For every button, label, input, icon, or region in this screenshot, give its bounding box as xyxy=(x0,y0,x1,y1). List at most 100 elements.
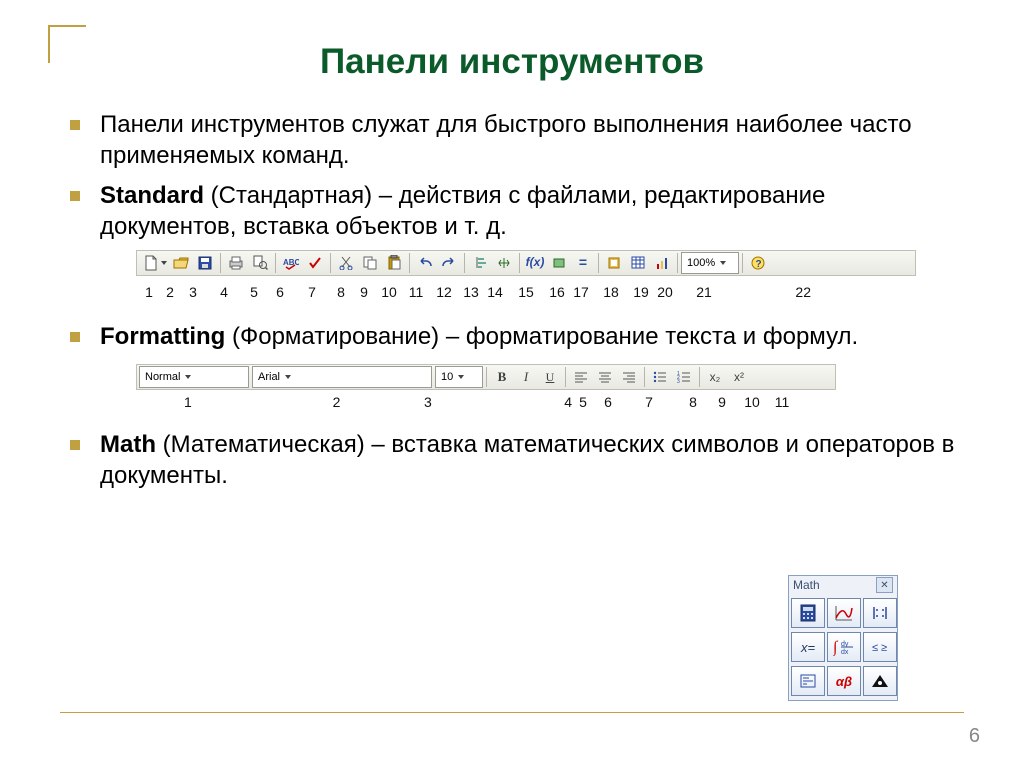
undo-icon[interactable] xyxy=(414,252,436,274)
svg-text:≥: ≥ xyxy=(881,642,887,654)
separator xyxy=(409,253,410,273)
standard-numbers: 12345678910111213141516171819202122 xyxy=(139,284,964,302)
label-standard: Standard xyxy=(100,182,204,209)
bullet-list: Панели инструментов служат для быстрого … xyxy=(60,110,964,492)
style-dropdown[interactable]: Normal xyxy=(139,366,249,388)
insert-table-icon[interactable] xyxy=(627,252,649,274)
copy-icon[interactable] xyxy=(359,252,381,274)
bullet-math: Math (Математическая) – вставка математи… xyxy=(70,430,964,491)
separator xyxy=(644,367,645,387)
text-formatting: (Форматирование) – форматирование текста… xyxy=(225,323,858,350)
bold-button[interactable]: B xyxy=(491,366,513,388)
corner-decoration xyxy=(48,25,86,63)
math-palette-titlebar: Math ✕ xyxy=(789,576,897,594)
component-icon[interactable] xyxy=(603,252,625,274)
superscript-button[interactable]: x² xyxy=(728,366,750,388)
svg-text:3: 3 xyxy=(677,379,680,383)
standard-toolbar: ABC xyxy=(136,250,916,276)
formatting-toolbar: Normal Arial 10 B I U xyxy=(136,364,836,390)
matrix-icon[interactable] xyxy=(863,598,897,628)
svg-text:?: ? xyxy=(756,259,762,270)
close-icon[interactable]: ✕ xyxy=(876,577,893,593)
label-math: Math xyxy=(100,431,156,458)
slide-title: Панели инструментов xyxy=(60,42,964,82)
chevron-down-icon xyxy=(458,375,464,379)
separator xyxy=(464,253,465,273)
label-formatting: Formatting xyxy=(100,323,225,350)
separator xyxy=(220,253,221,273)
underline-button[interactable]: U xyxy=(539,366,561,388)
save-icon[interactable] xyxy=(194,252,216,274)
font-value: Arial xyxy=(258,370,280,384)
svg-text:≤: ≤ xyxy=(872,642,878,654)
boolean-icon[interactable]: ≤≥ xyxy=(863,632,897,662)
new-doc-dropdown-icon[interactable] xyxy=(161,261,167,265)
separator xyxy=(699,367,700,387)
greek-icon[interactable]: αβ xyxy=(827,666,861,696)
align-left-icon[interactable] xyxy=(570,366,592,388)
text-standard: (Стандартная) – действия с файлами, реда… xyxy=(100,182,825,240)
zoom-value: 100% xyxy=(687,256,715,270)
symbolic-icon[interactable] xyxy=(863,666,897,696)
page-number: 6 xyxy=(969,725,980,748)
italic-button[interactable]: I xyxy=(515,366,537,388)
style-value: Normal xyxy=(145,370,180,384)
chevron-down-icon xyxy=(720,261,726,265)
svg-text:∫: ∫ xyxy=(833,639,839,656)
bullet-standard: Standard (Стандартная) – действия с файл… xyxy=(70,181,964,301)
function-icon[interactable]: f(x) xyxy=(524,252,546,274)
equals-icon[interactable]: = xyxy=(572,252,594,274)
print-preview-icon[interactable] xyxy=(249,252,271,274)
zoom-dropdown[interactable]: 100% xyxy=(681,252,739,274)
print-icon[interactable] xyxy=(225,252,247,274)
paste-icon[interactable] xyxy=(383,252,405,274)
calculator-icon[interactable] xyxy=(791,598,825,628)
spellcheck-icon[interactable]: ABC xyxy=(280,252,302,274)
calculus-icon[interactable]: ∫dydx xyxy=(827,632,861,662)
chevron-down-icon xyxy=(185,375,191,379)
programming-icon[interactable] xyxy=(791,666,825,696)
formatting-numbers: 1234567891011 xyxy=(139,394,964,412)
redo-icon[interactable] xyxy=(438,252,460,274)
font-dropdown[interactable]: Arial xyxy=(252,366,432,388)
formatting-toolbar-wrap: Normal Arial 10 B I U xyxy=(136,358,964,412)
help-icon[interactable]: ? xyxy=(747,252,769,274)
math-palette-grid: x= ∫dydx ≤≥ αβ xyxy=(789,594,897,700)
align-center-icon[interactable] xyxy=(594,366,616,388)
standard-toolbar-wrap: ABC xyxy=(136,249,964,302)
graph-icon[interactable] xyxy=(827,598,861,628)
nudge-icon[interactable] xyxy=(493,252,515,274)
separator xyxy=(598,253,599,273)
separator xyxy=(519,253,520,273)
separator xyxy=(742,253,743,273)
chevron-down-icon xyxy=(285,375,291,379)
math-palette-title: Math xyxy=(793,578,820,592)
align-right-icon[interactable] xyxy=(618,366,640,388)
svg-text:ABC: ABC xyxy=(283,258,299,267)
subscript-button[interactable]: x₂ xyxy=(704,366,726,388)
footer-divider xyxy=(60,712,964,713)
insert-chart-icon[interactable] xyxy=(651,252,673,274)
separator xyxy=(330,253,331,273)
size-value: 10 xyxy=(441,370,453,384)
separator xyxy=(275,253,276,273)
check-icon[interactable] xyxy=(304,252,326,274)
bullet-intro: Панели инструментов служат для быстрого … xyxy=(70,110,964,171)
slide: Панели инструментов Панели инструментов … xyxy=(0,0,1024,768)
evaluation-icon[interactable]: x= xyxy=(791,632,825,662)
numbered-list-icon[interactable]: 123 xyxy=(673,366,695,388)
separator xyxy=(486,367,487,387)
cut-icon[interactable] xyxy=(335,252,357,274)
math-palette: Math ✕ x= ∫dydx ≤≥ αβ xyxy=(788,575,898,701)
align-icon[interactable] xyxy=(469,252,491,274)
bullet-formatting: Formatting (Форматирование) – форматиров… xyxy=(70,322,964,413)
open-icon[interactable] xyxy=(170,252,192,274)
size-dropdown[interactable]: 10 xyxy=(435,366,483,388)
text-math: (Математическая) – вставка математически… xyxy=(100,431,954,489)
svg-text:dx: dx xyxy=(841,649,849,656)
unit-icon[interactable] xyxy=(548,252,570,274)
bullet-list-icon[interactable] xyxy=(649,366,671,388)
separator xyxy=(677,253,678,273)
separator xyxy=(565,367,566,387)
new-doc-icon[interactable] xyxy=(140,252,162,274)
